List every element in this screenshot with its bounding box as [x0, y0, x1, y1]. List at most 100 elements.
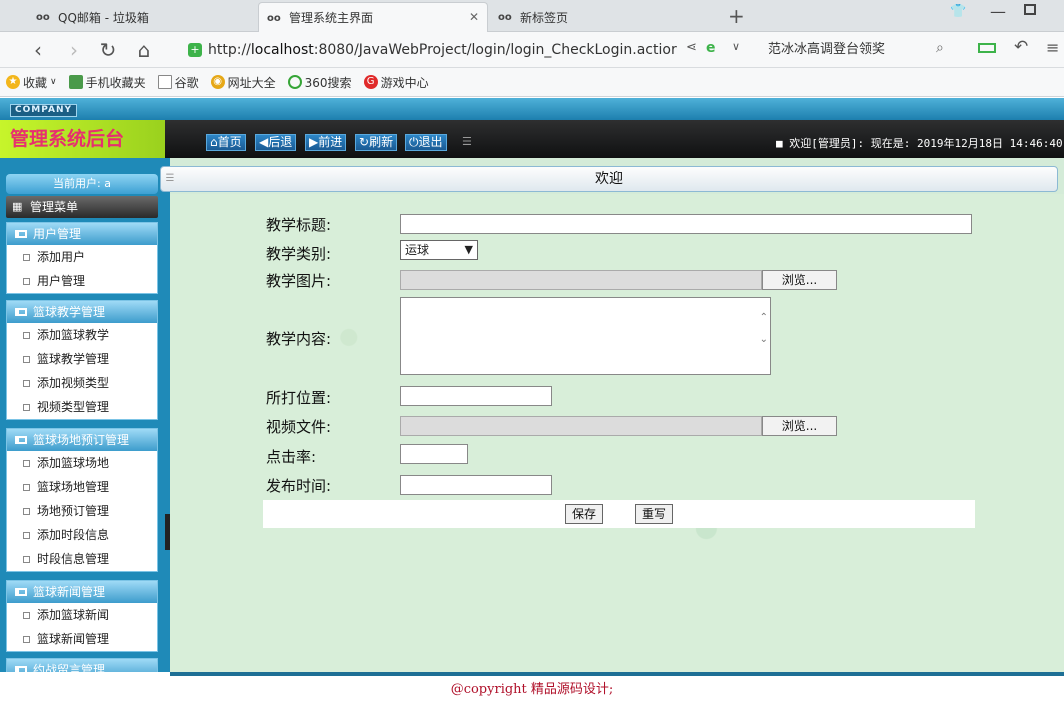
undo-icon[interactable]: ↶ [1014, 37, 1028, 57]
menu-item-label: 篮球新闻管理 [37, 632, 110, 646]
globe-icon: ◉ [210, 75, 225, 89]
home-icon[interactable]: ⌂ [132, 38, 156, 62]
back-icon[interactable]: ‹ [26, 38, 50, 62]
clicks-label: 点击率: [266, 448, 317, 466]
menu-item-label: 视频类型管理 [37, 400, 110, 414]
footer-divider [170, 672, 1064, 676]
app-logo: 管理系统后台 [0, 120, 165, 158]
menu-item-label: 篮球教学管理 [37, 352, 110, 366]
url-host: localhost [250, 42, 314, 58]
menu-item-slot-manage[interactable]: 时段信息管理 [7, 547, 157, 571]
search-icon[interactable]: ⌕ [936, 40, 944, 56]
group-icon [15, 588, 27, 596]
back-label: 后退 [268, 135, 293, 149]
home-button[interactable]: ⌂首页 [206, 134, 246, 151]
image-file-field[interactable] [400, 270, 762, 290]
title-input[interactable] [400, 214, 972, 234]
menu-item-user-manage[interactable]: 用户管理 [7, 269, 157, 293]
doc-icon [23, 508, 30, 515]
save-button[interactable]: 保存 [565, 504, 603, 524]
search-input[interactable]: 范冰冰高调登台领奖 [768, 37, 958, 63]
menu-group-users: 用户管理 添加用户 用户管理 [6, 222, 158, 294]
doc-icon [23, 404, 30, 411]
video-browse-button[interactable]: 浏览... [762, 416, 837, 436]
date-input[interactable] [400, 475, 552, 495]
maximize-icon[interactable] [1024, 4, 1036, 15]
menu-item-add-user[interactable]: 添加用户 [7, 245, 157, 269]
content-textarea[interactable]: ⌃ ⌄ [400, 297, 771, 375]
logout-button[interactable]: ⏻退出 [405, 134, 447, 151]
menu-group-teaching: 篮球教学管理 添加篮球教学 篮球教学管理 添加视频类型 视频类型管理 [6, 300, 158, 420]
menu-item-label: 场地预订管理 [37, 504, 110, 518]
category-value: 运球 [405, 243, 430, 257]
clicks-input[interactable] [400, 444, 468, 464]
game-icon: G [363, 75, 378, 89]
tab-title: QQ邮箱 - 垃圾箱 [58, 10, 149, 25]
address-bar: ‹ › ↻ ⌂ + http://localhost:8080/JavaWebP… [0, 32, 1064, 68]
position-input[interactable] [400, 386, 552, 406]
category-select[interactable]: 运球 ▼ [400, 240, 478, 260]
back-button[interactable]: ◀后退 [255, 134, 297, 151]
image-browse-button[interactable]: 浏览... [762, 270, 837, 290]
new-tab-button[interactable]: + [728, 4, 745, 28]
logout-label: 退出 [418, 135, 443, 149]
doc-icon [23, 356, 30, 363]
menu-item-video-type-manage[interactable]: 视频类型管理 [7, 395, 157, 419]
menu-item-news-manage[interactable]: 篮球新闻管理 [7, 627, 157, 651]
ie-icon[interactable]: e [706, 40, 716, 56]
browser-tab[interactable]: oo 新标签页 [490, 2, 718, 32]
bookmark-item[interactable]: 谷歌 [157, 74, 199, 91]
battery-icon[interactable] [978, 43, 996, 53]
menu-item-court-manage[interactable]: 篮球场地管理 [7, 475, 157, 499]
main-menu-header: ▦ 管理菜单 [6, 196, 158, 218]
list-icon: ☰ [165, 173, 175, 184]
menu-group-header[interactable]: 篮球新闻管理 [7, 581, 157, 603]
forward-icon[interactable]: › [62, 38, 86, 62]
close-tab-icon[interactable]: ✕ [469, 10, 479, 24]
bookmark-item[interactable]: 360搜索 [287, 74, 352, 91]
forward-button[interactable]: ▶前进 [305, 134, 347, 151]
menu-item-label: 添加视频类型 [37, 376, 110, 390]
welcome-text: ■ 欢迎[管理员]: 现在是: 2019年12月18日 14:46:40 [776, 135, 1063, 151]
share-icon[interactable]: ⋖ [686, 40, 697, 55]
menu-item-label: 添加用户 [37, 250, 86, 264]
menu-group-header[interactable]: 篮球场地预订管理 [7, 429, 157, 451]
bookmark-label: 谷歌 [174, 75, 199, 90]
scroll-arrows-icon[interactable]: ⌃ ⌄ [760, 312, 768, 345]
reload-icon[interactable]: ↻ [96, 38, 120, 62]
chevron-down-icon[interactable]: ∨ [732, 40, 740, 53]
bookmark-item[interactable]: G 游戏中心 [363, 74, 429, 91]
refresh-button[interactable]: ↻刷新 [355, 134, 398, 151]
menu-icon[interactable]: ≡ [1046, 38, 1059, 57]
content-tab-title: 欢迎 [595, 171, 623, 187]
menu-item-add-slot[interactable]: 添加时段信息 [7, 523, 157, 547]
bookmark-item[interactable]: ◉ 网址大全 [210, 74, 276, 91]
browser-tab-active[interactable]: oo 管理系统主界面 ✕ [258, 2, 488, 32]
bookmark-item[interactable]: 手机收藏夹 [68, 74, 146, 91]
shirt-icon[interactable]: 👕 [950, 4, 966, 19]
url-field[interactable]: + http://localhost:8080/JavaWebProject/l… [188, 37, 758, 63]
app-header: 管理系统后台 ⌂首页 ◀后退 ▶前进 ↻刷新 ⏻退出 ☰ ■ 欢迎[管理员]: … [0, 120, 1064, 158]
bookmark-item[interactable]: ★ 收藏 ∨ [6, 74, 57, 91]
image-label: 教学图片: [266, 272, 332, 290]
menu-item-add-teaching[interactable]: 添加篮球教学 [7, 323, 157, 347]
menu-item-add-news[interactable]: 添加篮球新闻 [7, 603, 157, 627]
company-bar: COMPANY [0, 98, 1064, 120]
menu-group-header[interactable]: 篮球教学管理 [7, 301, 157, 323]
browser-tab[interactable]: oo QQ邮箱 - 垃圾箱 [28, 2, 256, 32]
menu-item-add-video-type[interactable]: 添加视频类型 [7, 371, 157, 395]
minimize-icon[interactable]: — [990, 2, 1006, 21]
group-title: 篮球新闻管理 [33, 585, 106, 599]
url-rest: :8080/JavaWebProject/login/login_CheckLo… [313, 42, 677, 58]
menu-item-teaching-manage[interactable]: 篮球教学管理 [7, 347, 157, 371]
group-title: 篮球教学管理 [33, 305, 106, 319]
reset-button[interactable]: 重写 [635, 504, 673, 524]
menu-item-label: 时段信息管理 [37, 552, 110, 566]
menu-group-court: 篮球场地预订管理 添加篮球场地 篮球场地管理 场地预订管理 添加时段信息 时段信… [6, 428, 158, 572]
menu-item-add-court[interactable]: 添加篮球场地 [7, 451, 157, 475]
list-icon: ☰ [462, 135, 472, 148]
menu-group-header[interactable]: 用户管理 [7, 223, 157, 245]
menu-item-booking-manage[interactable]: 场地预订管理 [7, 499, 157, 523]
video-file-field[interactable] [400, 416, 762, 436]
tab-favicon-icon: oo [36, 12, 50, 23]
